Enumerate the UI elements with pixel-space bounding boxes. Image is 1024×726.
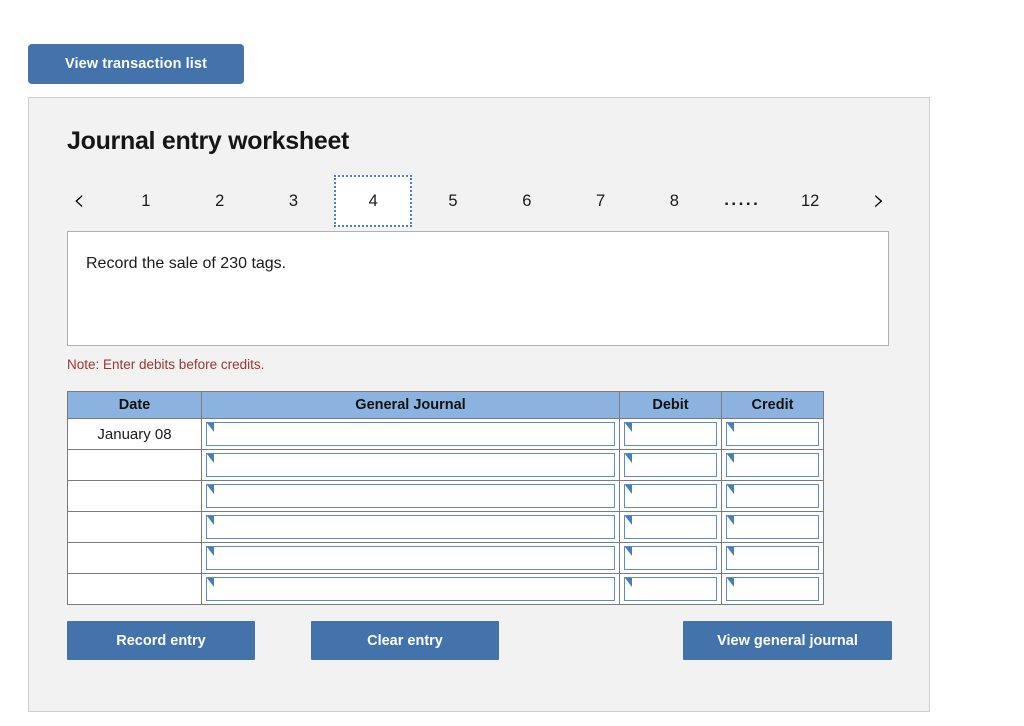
pager-page-7[interactable]: 7 xyxy=(564,187,638,216)
general-journal-input[interactable] xyxy=(206,577,615,601)
view-general-journal-button[interactable]: View general journal xyxy=(683,621,892,660)
pager-page-1[interactable]: 1 xyxy=(109,187,183,216)
credit-cell[interactable] xyxy=(721,418,824,450)
general-journal-input[interactable] xyxy=(206,422,615,446)
debit-cell[interactable] xyxy=(619,573,722,605)
pager-page-12[interactable]: 12 xyxy=(773,187,847,216)
journal-entry-worksheet-panel: Journal entry worksheet ‹ 1 2 3 4 5 6 7 … xyxy=(28,97,930,712)
debit-cell[interactable] xyxy=(619,418,722,450)
general-journal-cell[interactable] xyxy=(201,573,620,605)
debit-input[interactable] xyxy=(624,515,717,539)
transaction-description-box: Record the sale of 230 tags. xyxy=(67,231,889,346)
pager-page-3[interactable]: 3 xyxy=(257,187,331,216)
worksheet-pager: ‹ 1 2 3 4 5 6 7 8 ..... 12 › xyxy=(63,174,893,228)
date-cell[interactable] xyxy=(67,449,202,481)
table-row xyxy=(67,449,824,481)
credit-cell[interactable] xyxy=(721,449,824,481)
transaction-description-text: Record the sale of 230 tags. xyxy=(86,255,287,272)
credit-input[interactable] xyxy=(726,577,819,601)
debit-cell[interactable] xyxy=(619,449,722,481)
date-cell[interactable] xyxy=(67,573,202,605)
general-journal-cell[interactable] xyxy=(201,511,620,543)
debit-cell[interactable] xyxy=(619,480,722,512)
column-header-date: Date xyxy=(67,391,202,419)
credit-cell[interactable] xyxy=(721,511,824,543)
credit-input[interactable] xyxy=(726,422,819,446)
pager-page-4-current[interactable]: 4 xyxy=(334,174,413,228)
pager-page-2[interactable]: 2 xyxy=(183,187,257,216)
debit-input[interactable] xyxy=(624,484,717,508)
general-journal-cell[interactable] xyxy=(201,418,620,450)
date-cell: January 08 xyxy=(67,418,202,450)
chevron-left-icon[interactable]: ‹ xyxy=(65,184,93,218)
debits-before-credits-note: Note: Enter debits before credits. xyxy=(67,357,265,372)
date-cell[interactable] xyxy=(67,542,202,574)
table-row xyxy=(67,573,824,605)
table-row: January 08 xyxy=(67,418,824,450)
pager-ellipsis: ..... xyxy=(724,190,761,209)
debit-input[interactable] xyxy=(624,453,717,477)
journal-entry-table: Date General Journal Debit Credit Januar… xyxy=(67,391,824,605)
credit-cell[interactable] xyxy=(721,480,824,512)
credit-cell[interactable] xyxy=(721,542,824,574)
column-header-credit: Credit xyxy=(721,391,824,419)
general-journal-input[interactable] xyxy=(206,515,615,539)
credit-input[interactable] xyxy=(726,515,819,539)
pager-page-list: 1 2 3 4 5 6 7 8 ..... 12 xyxy=(109,174,847,228)
general-journal-input[interactable] xyxy=(206,546,615,570)
debit-input[interactable] xyxy=(624,422,717,446)
debit-cell[interactable] xyxy=(619,542,722,574)
table-row xyxy=(67,542,824,574)
table-row xyxy=(67,480,824,512)
page-title: Journal entry worksheet xyxy=(67,127,350,155)
column-header-general-journal: General Journal xyxy=(201,391,620,419)
credit-input[interactable] xyxy=(726,453,819,477)
pager-page-5[interactable]: 5 xyxy=(416,187,490,216)
pager-page-8[interactable]: 8 xyxy=(637,187,711,216)
general-journal-cell[interactable] xyxy=(201,542,620,574)
date-cell[interactable] xyxy=(67,480,202,512)
general-journal-input[interactable] xyxy=(206,484,615,508)
record-entry-button[interactable]: Record entry xyxy=(67,621,255,660)
debit-input[interactable] xyxy=(624,577,717,601)
debit-cell[interactable] xyxy=(619,511,722,543)
general-journal-cell[interactable] xyxy=(201,480,620,512)
credit-input[interactable] xyxy=(726,484,819,508)
view-transaction-list-button[interactable]: View transaction list xyxy=(28,44,244,84)
pager-page-6[interactable]: 6 xyxy=(490,187,564,216)
credit-input[interactable] xyxy=(726,546,819,570)
chevron-right-icon[interactable]: › xyxy=(865,184,893,218)
general-journal-input[interactable] xyxy=(206,453,615,477)
credit-cell[interactable] xyxy=(721,573,824,605)
general-journal-cell[interactable] xyxy=(201,449,620,481)
table-header-row: Date General Journal Debit Credit xyxy=(67,391,824,419)
date-cell[interactable] xyxy=(67,511,202,543)
table-row xyxy=(67,511,824,543)
clear-entry-button[interactable]: Clear entry xyxy=(311,621,499,660)
debit-input[interactable] xyxy=(624,546,717,570)
column-header-debit: Debit xyxy=(619,391,722,419)
